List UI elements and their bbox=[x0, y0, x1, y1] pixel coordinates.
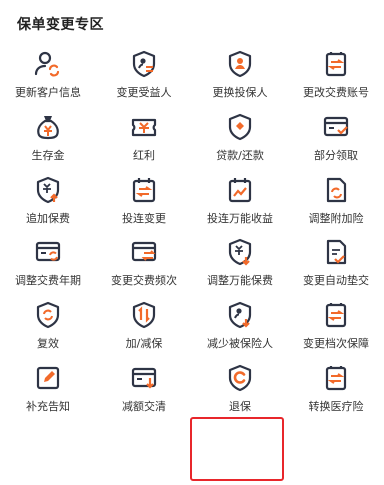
shield-yen-up-icon bbox=[33, 175, 63, 205]
item-label: 加/减保 bbox=[125, 337, 163, 351]
item-investment-universal-return[interactable]: 投连万能收益 bbox=[192, 166, 288, 229]
item-label: 减额交清 bbox=[122, 399, 166, 413]
item-investment-link-change[interactable]: 投连变更 bbox=[96, 166, 192, 229]
item-increase-decrease-coverage[interactable]: 加/减保 bbox=[96, 291, 192, 354]
shield-coin-icon bbox=[225, 112, 255, 142]
item-change-payment-account[interactable]: 更改交费账号 bbox=[288, 40, 384, 103]
money-bag-icon bbox=[33, 112, 63, 142]
policy-change-grid: 更新客户信息 变更受益人 更换投保人 更改交费账号 生存金 红利 贷款/还款 部… bbox=[0, 40, 384, 417]
item-remove-insured[interactable]: 减少被保险人 bbox=[192, 291, 288, 354]
item-adjust-payment-term[interactable]: 调整交费年期 bbox=[0, 228, 96, 291]
item-loan-repayment[interactable]: 贷款/还款 bbox=[192, 103, 288, 166]
item-label: 投连万能收益 bbox=[207, 211, 273, 225]
document-check-icon bbox=[321, 237, 351, 267]
item-surrender[interactable]: 退保 bbox=[192, 354, 288, 417]
item-label: 调整万能保费 bbox=[207, 274, 273, 288]
shield-user-swap-icon bbox=[129, 49, 159, 79]
item-change-payment-frequency[interactable]: 变更交费频次 bbox=[96, 228, 192, 291]
shield-refresh-icon bbox=[33, 300, 63, 330]
card-check-icon bbox=[321, 112, 351, 142]
item-label: 红利 bbox=[133, 148, 155, 162]
item-label: 更换投保人 bbox=[212, 86, 268, 99]
item-change-coverage-level[interactable]: 变更档次保障 bbox=[288, 291, 384, 354]
item-label: 追加保费 bbox=[26, 211, 70, 225]
item-label: 部分领取 bbox=[314, 148, 358, 162]
item-change-auto-premium-loan[interactable]: 变更自动垫交 bbox=[288, 228, 384, 291]
item-label: 贷款/还款 bbox=[216, 148, 264, 162]
item-label: 生存金 bbox=[31, 148, 65, 162]
item-label: 变更受益人 bbox=[116, 86, 172, 99]
item-label: 调整交费年期 bbox=[15, 274, 81, 288]
item-label: 投连变更 bbox=[122, 211, 166, 225]
shield-c-icon bbox=[225, 363, 255, 393]
item-additional-premium[interactable]: 追加保费 bbox=[0, 166, 96, 229]
item-label: 调整附加险 bbox=[308, 211, 364, 225]
item-partial-withdrawal[interactable]: 部分领取 bbox=[288, 103, 384, 166]
shield-person-icon bbox=[225, 49, 255, 79]
card-swap-icon bbox=[129, 237, 159, 267]
item-reinstatement[interactable]: 复效 bbox=[0, 291, 96, 354]
item-label: 变更档次保障 bbox=[303, 337, 369, 351]
card-refresh-icon bbox=[33, 237, 63, 267]
selected-item-highlight bbox=[190, 417, 284, 481]
shield-updown-icon bbox=[129, 300, 159, 330]
item-label: 补充告知 bbox=[26, 399, 70, 413]
user-refresh-icon bbox=[33, 49, 63, 79]
document-refresh-icon bbox=[321, 175, 351, 205]
item-change-beneficiary[interactable]: 变更受益人 bbox=[96, 40, 192, 103]
item-label: 更新客户信息 bbox=[15, 86, 81, 99]
item-update-customer-info[interactable]: 更新客户信息 bbox=[0, 40, 96, 103]
item-adjust-rider[interactable]: 调整附加险 bbox=[288, 166, 384, 229]
calendar-swap-icon bbox=[129, 175, 159, 205]
item-survival-benefit[interactable]: 生存金 bbox=[0, 103, 96, 166]
item-label: 更改交费账号 bbox=[303, 86, 369, 99]
item-reduced-paid-up[interactable]: 减额交清 bbox=[96, 354, 192, 417]
document-swap-icon bbox=[321, 49, 351, 79]
item-label: 减少被保险人 bbox=[207, 337, 273, 351]
item-supplementary-disclosure[interactable]: 补充告知 bbox=[0, 354, 96, 417]
shield-person-down-icon bbox=[225, 300, 255, 330]
document-swap-icon bbox=[321, 363, 351, 393]
item-change-policyholder[interactable]: 更换投保人 bbox=[192, 40, 288, 103]
item-label: 退保 bbox=[229, 399, 251, 413]
item-label: 变更自动垫交 bbox=[303, 274, 369, 288]
card-down-icon bbox=[129, 363, 159, 393]
item-dividend[interactable]: 红利 bbox=[96, 103, 192, 166]
calendar-chart-icon bbox=[225, 175, 255, 205]
yen-ticket-icon bbox=[129, 112, 159, 142]
item-convert-medical[interactable]: 转换医疗险 bbox=[288, 354, 384, 417]
item-adjust-universal-premium[interactable]: 调整万能保费 bbox=[192, 228, 288, 291]
item-label: 变更交费频次 bbox=[111, 274, 177, 288]
document-swap-icon bbox=[321, 300, 351, 330]
section-title: 保单变更专区 bbox=[17, 17, 104, 33]
edit-note-icon bbox=[33, 363, 63, 393]
item-label: 复效 bbox=[37, 337, 59, 351]
item-label: 转换医疗险 bbox=[308, 399, 364, 413]
shield-yen-down-icon bbox=[225, 237, 255, 267]
